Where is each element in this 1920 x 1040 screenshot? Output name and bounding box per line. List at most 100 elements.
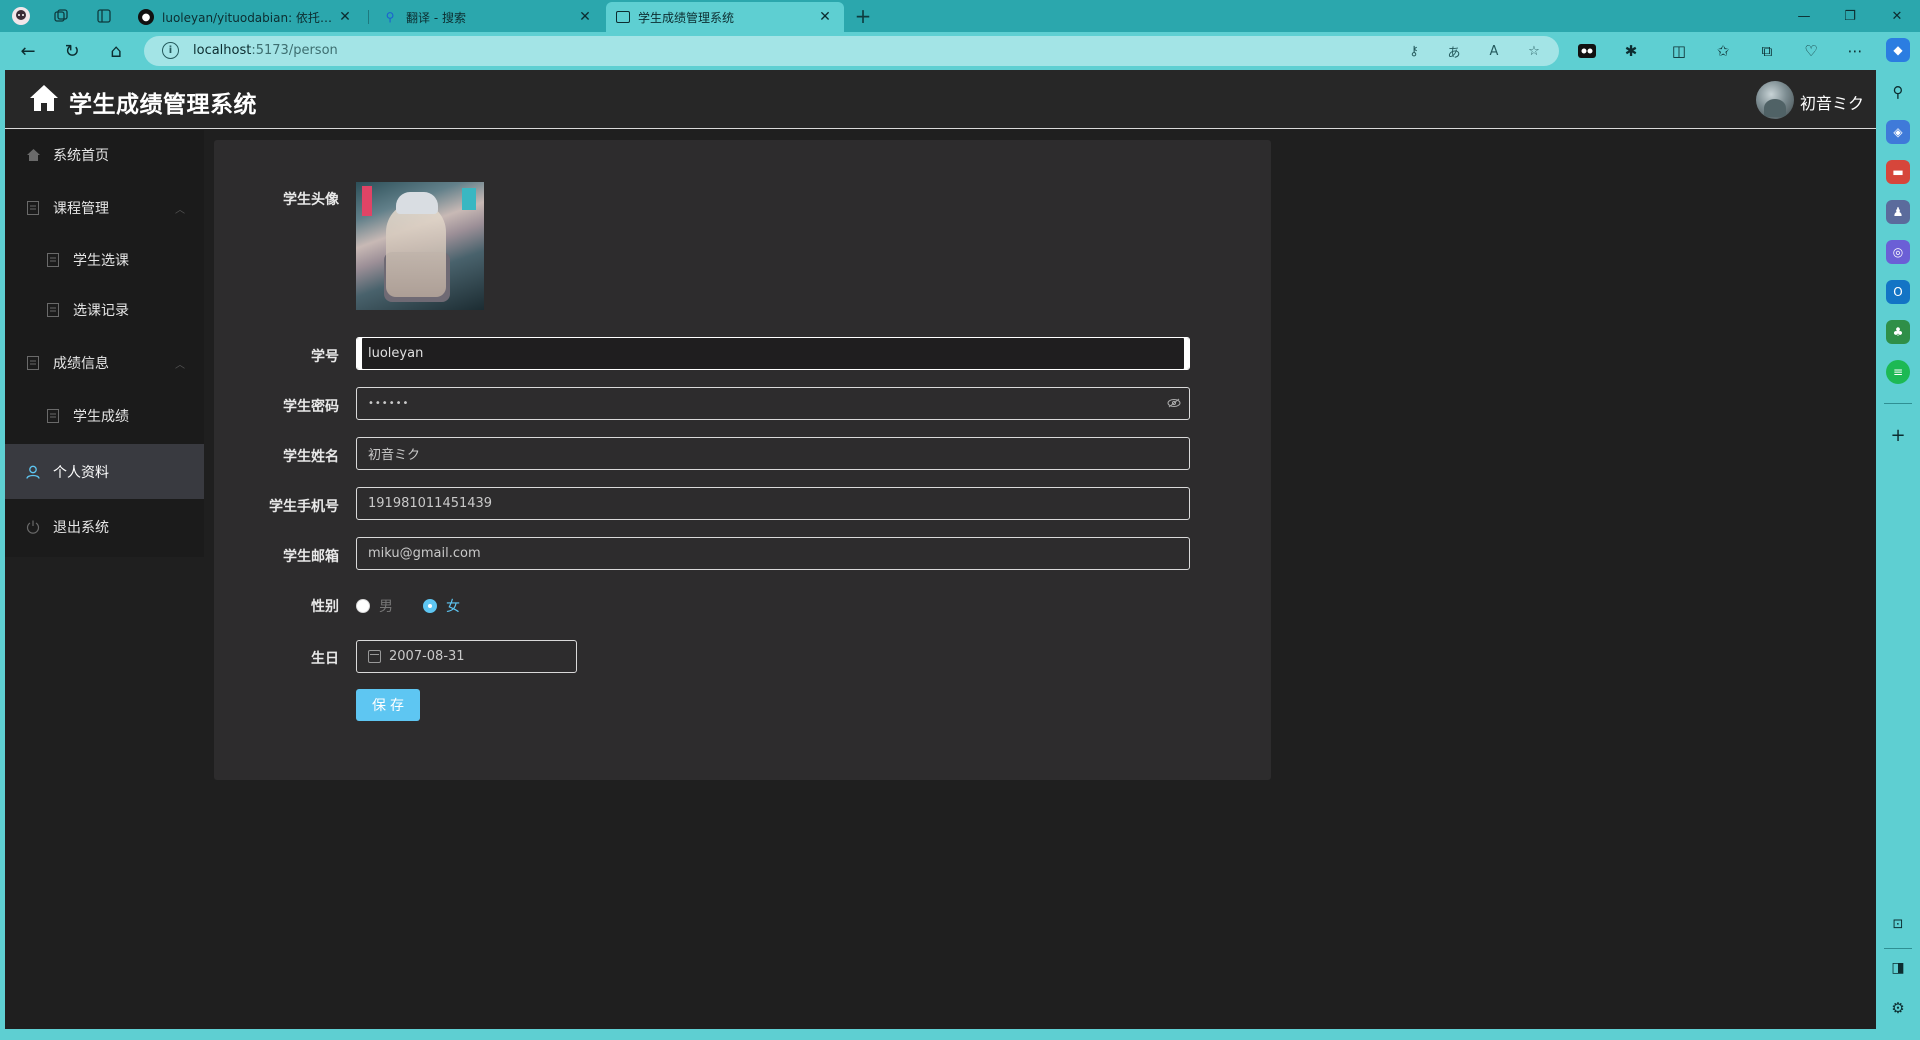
home-icon[interactable]: ⌂ (102, 38, 130, 64)
menu-item-student-grades[interactable]: 学生成绩 (5, 391, 204, 441)
profile-form-card: 学生头像 学号 luoleyan 学生密码 •••••• 学生姓名 初音ミク 学… (214, 140, 1271, 780)
birthday-date-picker[interactable]: 2007-08-31 (356, 640, 577, 673)
performance-icon[interactable]: ♡ (1798, 38, 1824, 64)
name-value: 初音ミク (368, 448, 421, 463)
games-icon[interactable]: ♟ (1886, 200, 1910, 224)
phone-field[interactable]: 191981011451439 (356, 487, 1190, 520)
name-field[interactable]: 初音ミク (356, 437, 1190, 470)
sidebar-divider (1884, 948, 1912, 949)
tab-github[interactable]: ● luoleyan/yituodabian: 依托答辩🙃 ✕ (128, 2, 364, 32)
collections-icon[interactable]: ⧉ (1754, 38, 1780, 64)
outlook-icon[interactable]: O (1886, 280, 1910, 304)
add-icon[interactable]: + (1886, 423, 1910, 447)
menu-item-course-mgmt[interactable]: 课程管理 ︿ (5, 183, 204, 233)
gender-female-radio[interactable]: 女 (423, 596, 460, 616)
address-bar[interactable]: i localhost:5173/person ⚷ あ A ☆ (144, 36, 1559, 66)
home-logo-icon (30, 85, 58, 111)
close-icon[interactable]: ✕ (816, 9, 834, 25)
spotify-icon[interactable]: ≡ (1886, 360, 1910, 384)
password-value: •••••• (368, 398, 410, 409)
app-window: 学生成绩管理系统 初音ミク 系统首页 课程管理 ︿ 学生选课 选课记录 成绩信息… (5, 70, 1876, 1029)
power-icon (25, 519, 41, 535)
tab-translate[interactable]: ⚲ 翻译 - 搜索 ✕ (372, 2, 604, 32)
password-field[interactable]: •••••• (356, 387, 1190, 420)
email-label: 学生邮箱 (283, 549, 339, 565)
tab-actions-icon[interactable] (93, 5, 115, 27)
document-icon (45, 252, 61, 268)
avatar-detail (396, 192, 438, 214)
side-menu: 系统首页 课程管理 ︿ 学生选课 选课记录 成绩信息 ︿ 学生成绩 个人资料 退… (5, 130, 204, 557)
avatar-detail (386, 202, 446, 297)
favorite-star-icon[interactable]: ☆ (1524, 41, 1544, 61)
extensions-puzzle-icon[interactable]: ✱ (1618, 38, 1644, 64)
student-id-label: 学号 (311, 349, 339, 365)
document-icon (25, 355, 41, 371)
save-button[interactable]: 保存 (356, 689, 420, 721)
calendar-icon (368, 650, 381, 663)
user-avatar[interactable] (1756, 81, 1794, 119)
gender-male-radio[interactable]: 男 (356, 596, 393, 616)
user-name[interactable]: 初音ミク (1800, 90, 1864, 114)
email-value: miku@gmail.com (368, 546, 481, 561)
chevron-up-icon: ︿ (175, 359, 185, 371)
document-icon (25, 200, 41, 216)
new-tab-icon[interactable]: + (852, 4, 874, 28)
favorites-icon[interactable]: ✩ (1710, 38, 1736, 64)
refresh-icon[interactable]: ↻ (58, 38, 86, 64)
browser-toolbar: ← ↻ ⌂ i localhost:5173/person ⚷ あ A ☆ ✱ … (0, 32, 1920, 70)
house-icon (25, 147, 41, 163)
menu-item-profile[interactable]: 个人资料 (5, 444, 204, 499)
back-icon[interactable]: ← (14, 38, 42, 64)
search-icon[interactable]: ⚲ (1886, 80, 1910, 104)
tree-icon[interactable]: ♣ (1886, 320, 1910, 344)
toolbox-icon[interactable]: ▬ (1886, 160, 1910, 184)
microsoft-365-icon[interactable]: ◎ (1886, 240, 1910, 264)
browser-tab-bar: ● luoleyan/yituodabian: 依托答辩🙃 ✕ ⚲ 翻译 - 搜… (0, 0, 1920, 32)
tab-student-system[interactable]: 学生成绩管理系统 ✕ (606, 2, 844, 32)
profile-avatar-icon[interactable] (10, 5, 32, 27)
menu-item-grade-info[interactable]: 成绩信息 ︿ (5, 338, 204, 388)
github-icon: ● (138, 9, 154, 25)
menu-item-course-select[interactable]: 学生选课 (5, 235, 204, 285)
student-id-field[interactable]: luoleyan (356, 337, 1190, 370)
birthday-label: 生日 (311, 651, 339, 667)
shopping-tag-icon[interactable]: ◈ (1886, 120, 1910, 144)
screenshot-icon[interactable]: ⊡ (1886, 912, 1910, 936)
menu-item-course-records[interactable]: 选课记录 (5, 285, 204, 335)
close-icon[interactable]: ✕ (336, 9, 354, 25)
eye-hidden-icon[interactable] (1167, 396, 1181, 410)
copilot-icon[interactable]: ◆ (1886, 38, 1910, 62)
close-window-icon[interactable]: ✕ (1874, 0, 1920, 32)
menu-item-home[interactable]: 系统首页 (5, 130, 204, 180)
email-field[interactable]: miku@gmail.com (356, 537, 1190, 570)
avatar-detail (462, 188, 476, 210)
url-text[interactable]: localhost:5173/person (193, 43, 338, 58)
student-avatar-image[interactable] (356, 182, 484, 310)
menu-item-logout[interactable]: 退出系统 (5, 502, 204, 552)
radio-label: 女 (446, 599, 460, 615)
app-header: 学生成绩管理系统 初音ミク (5, 70, 1876, 129)
radio-label: 男 (379, 599, 393, 615)
translate-icon[interactable]: あ (1444, 41, 1464, 61)
edge-sidebar: ◆ ⚲ ◈ ▬ ♟ ◎ O ♣ ≡ + ⊡ ◨ ⚙ (1876, 38, 1920, 1040)
read-aloud-icon[interactable]: A (1484, 41, 1504, 61)
avatar-label: 学生头像 (283, 192, 339, 208)
gender-label: 性别 (311, 599, 339, 615)
search-icon: ⚲ (385, 10, 395, 24)
password-label: 学生密码 (283, 399, 339, 415)
site-info-icon[interactable]: i (162, 42, 179, 59)
chevron-up-icon: ︿ (175, 204, 185, 216)
radio-dot (423, 599, 437, 613)
restore-icon[interactable]: ❐ (1827, 0, 1873, 32)
workspaces-icon[interactable] (50, 5, 72, 27)
extension-icon[interactable] (1574, 38, 1600, 64)
user-icon (25, 464, 41, 480)
hide-sidebar-icon[interactable]: ◨ (1886, 956, 1910, 980)
key-icon[interactable]: ⚷ (1404, 41, 1424, 61)
settings-gear-icon[interactable]: ⚙ (1886, 996, 1910, 1020)
more-menu-icon[interactable]: ⋯ (1842, 38, 1868, 64)
split-screen-icon[interactable]: ◫ (1666, 38, 1692, 64)
close-icon[interactable]: ✕ (576, 9, 594, 25)
minimize-icon[interactable]: — (1781, 0, 1827, 32)
app-title: 学生成绩管理系统 (69, 92, 257, 118)
